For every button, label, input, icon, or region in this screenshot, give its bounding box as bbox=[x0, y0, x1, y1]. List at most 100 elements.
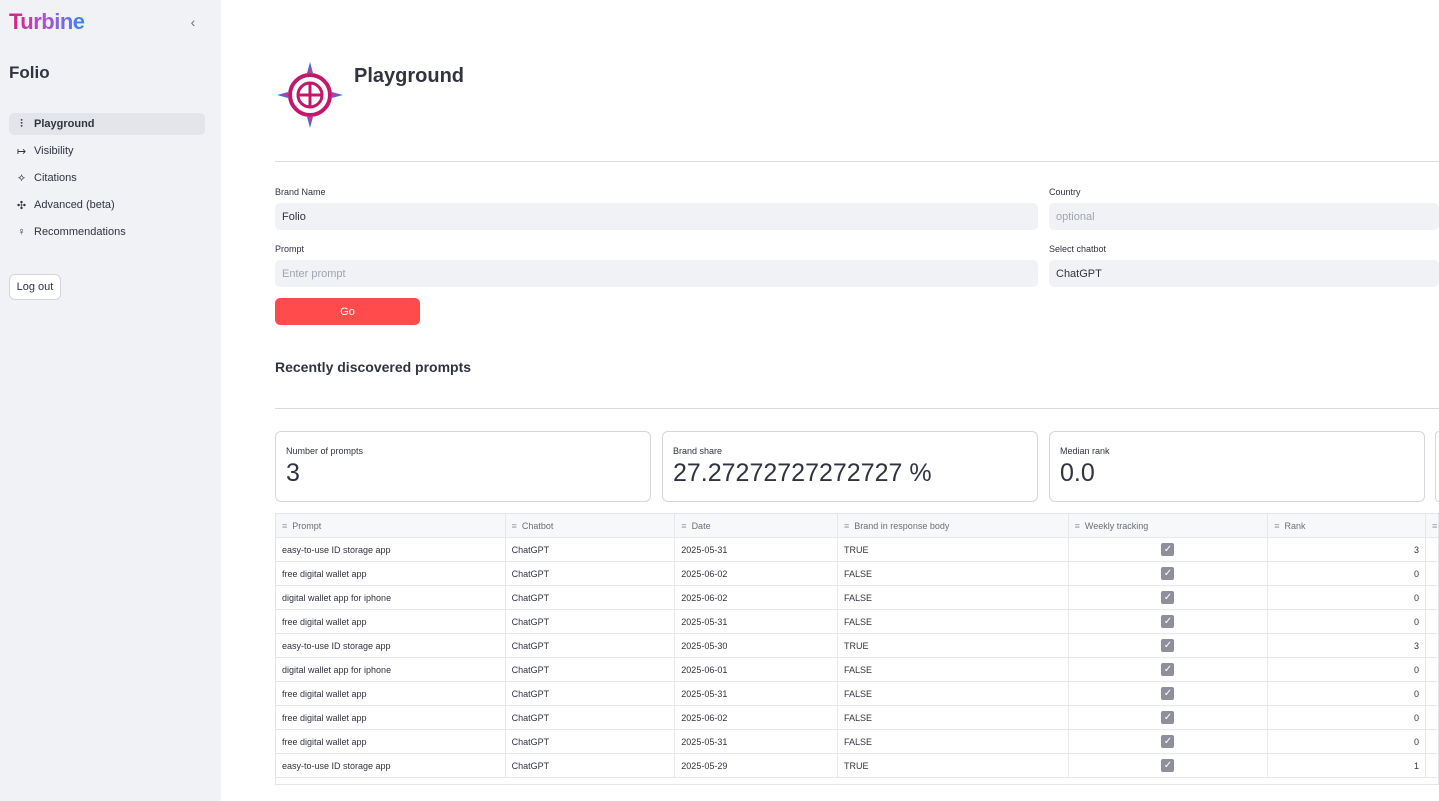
sidebar-item-playground[interactable]: ⫶ Playground bbox=[9, 113, 205, 135]
cell-weekly-tracking[interactable]: ✓ bbox=[1069, 610, 1269, 633]
cell-date[interactable]: 2025-05-30 bbox=[675, 634, 839, 657]
cell-date[interactable]: 2025-06-02 bbox=[675, 586, 839, 609]
cell-date[interactable]: 2025-06-02 bbox=[675, 706, 839, 729]
cell-prompt[interactable]: easy-to-use ID storage app bbox=[276, 538, 506, 561]
cell-date[interactable]: 2025-06-02 bbox=[675, 562, 839, 585]
sidebar-item-advanced[interactable]: ✣ Advanced (beta) bbox=[9, 194, 205, 216]
collapse-sidebar-icon[interactable]: ‹ bbox=[185, 14, 201, 30]
cell-weekly-tracking[interactable]: ✓ bbox=[1069, 706, 1269, 729]
cell-chatbot[interactable]: ChatGPT bbox=[506, 538, 676, 561]
cell-date[interactable]: 2025-05-31 bbox=[675, 538, 839, 561]
cell-weekly-tracking[interactable]: ✓ bbox=[1069, 754, 1269, 777]
cell-date[interactable]: 2025-05-29 bbox=[675, 754, 839, 777]
cell-rank[interactable]: 0 bbox=[1268, 586, 1426, 609]
cell-weekly-tracking[interactable]: ✓ bbox=[1069, 730, 1269, 753]
cell-brand-in-response[interactable]: FALSE bbox=[838, 586, 1069, 609]
sidebar-item-recommendations[interactable]: ♀ Recommendations bbox=[9, 221, 205, 243]
cell-rank[interactable]: 3 bbox=[1268, 538, 1426, 561]
prompt-input[interactable]: Enter prompt bbox=[275, 260, 1038, 287]
cell-brand-in-response[interactable]: FALSE bbox=[838, 682, 1069, 705]
weekly-tracking-checkbox[interactable]: ✓ bbox=[1161, 639, 1175, 652]
cell-chatbot[interactable]: ChatGPT bbox=[506, 610, 676, 633]
cell-prompt[interactable]: digital wallet app for iphone bbox=[276, 586, 506, 609]
cell-prompt[interactable]: easy-to-use ID storage app bbox=[276, 634, 506, 657]
table-row[interactable]: digital wallet app for iphone ChatGPT 2025… bbox=[276, 586, 1438, 610]
column-header-rank[interactable]: ≡ Rank bbox=[1268, 514, 1426, 537]
weekly-tracking-checkbox[interactable]: ✓ bbox=[1161, 591, 1175, 604]
cell-weekly-tracking[interactable]: ✓ bbox=[1069, 538, 1269, 561]
cell-weekly-tracking[interactable]: ✓ bbox=[1069, 562, 1269, 585]
weekly-tracking-checkbox[interactable]: ✓ bbox=[1161, 615, 1175, 628]
column-header-brand[interactable]: ≡ Brand in response body bbox=[838, 514, 1069, 537]
cell-weekly-tracking[interactable]: ✓ bbox=[1069, 586, 1269, 609]
cell-chatbot[interactable]: ChatGPT bbox=[506, 730, 676, 753]
weekly-tracking-checkbox[interactable]: ✓ bbox=[1161, 687, 1175, 700]
cell-chatbot[interactable]: ChatGPT bbox=[506, 658, 676, 681]
app-logo[interactable]: Turbine bbox=[9, 9, 85, 35]
cell-brand-in-response[interactable]: FALSE bbox=[838, 730, 1069, 753]
cell-brand-in-response[interactable]: TRUE bbox=[838, 754, 1069, 777]
cell-brand-in-response[interactable]: FALSE bbox=[838, 706, 1069, 729]
cell-weekly-tracking[interactable]: ✓ bbox=[1069, 682, 1269, 705]
cell-date[interactable]: 2025-06-01 bbox=[675, 658, 839, 681]
column-header-chatbot[interactable]: ≡ Chatbot bbox=[506, 514, 676, 537]
cell-date[interactable]: 2025-05-31 bbox=[675, 682, 839, 705]
cell-chatbot[interactable]: ChatGPT bbox=[506, 586, 676, 609]
weekly-tracking-checkbox[interactable]: ✓ bbox=[1161, 735, 1175, 748]
cell-prompt[interactable]: free digital wallet app bbox=[276, 610, 506, 633]
cell-prompt[interactable]: free digital wallet app bbox=[276, 730, 506, 753]
cell-rank[interactable]: 0 bbox=[1268, 562, 1426, 585]
weekly-tracking-checkbox[interactable]: ✓ bbox=[1161, 663, 1175, 676]
column-header-weekly-tracking[interactable]: ≡ Weekly tracking bbox=[1069, 514, 1269, 537]
cell-prompt[interactable]: easy-to-use ID storage app bbox=[276, 754, 506, 777]
cell-date[interactable]: 2025-05-31 bbox=[675, 610, 839, 633]
brand-name-input[interactable]: Folio bbox=[275, 203, 1038, 230]
cell-brand-in-response[interactable]: FALSE bbox=[838, 658, 1069, 681]
cell-prompt[interactable]: digital wallet app for iphone bbox=[276, 658, 506, 681]
cell-overflow bbox=[1426, 706, 1438, 729]
cell-brand-in-response[interactable]: TRUE bbox=[838, 634, 1069, 657]
cell-weekly-tracking[interactable]: ✓ bbox=[1069, 634, 1269, 657]
cell-chatbot[interactable]: ChatGPT bbox=[506, 754, 676, 777]
cell-chatbot[interactable]: ChatGPT bbox=[506, 562, 676, 585]
table-row[interactable]: easy-to-use ID storage app ChatGPT 2025-05… bbox=[276, 634, 1438, 658]
table-row[interactable]: free digital wallet app ChatGPT 2025-05-31… bbox=[276, 682, 1438, 706]
cell-chatbot[interactable]: ChatGPT bbox=[506, 634, 676, 657]
cell-brand-in-response[interactable]: FALSE bbox=[838, 562, 1069, 585]
cell-rank[interactable]: 0 bbox=[1268, 610, 1426, 633]
go-button[interactable]: Go bbox=[275, 298, 420, 325]
table-row[interactable]: easy-to-use ID storage app ChatGPT 2025-05… bbox=[276, 754, 1438, 778]
cell-prompt[interactable]: free digital wallet app bbox=[276, 682, 506, 705]
table-row[interactable]: free digital wallet app ChatGPT 2025-05-31… bbox=[276, 730, 1438, 754]
weekly-tracking-checkbox[interactable]: ✓ bbox=[1161, 567, 1175, 580]
table-row[interactable]: free digital wallet app ChatGPT 2025-06-02… bbox=[276, 706, 1438, 730]
logout-button[interactable]: Log out bbox=[9, 274, 61, 300]
column-header-date[interactable]: ≡ Date bbox=[675, 514, 839, 537]
weekly-tracking-checkbox[interactable]: ✓ bbox=[1161, 543, 1175, 556]
cell-rank[interactable]: 0 bbox=[1268, 658, 1426, 681]
weekly-tracking-checkbox[interactable]: ✓ bbox=[1161, 711, 1175, 724]
cell-rank[interactable]: 0 bbox=[1268, 706, 1426, 729]
cell-brand-in-response[interactable]: TRUE bbox=[838, 538, 1069, 561]
cell-rank[interactable]: 3 bbox=[1268, 634, 1426, 657]
table-row[interactable]: free digital wallet app ChatGPT 2025-05-31… bbox=[276, 610, 1438, 634]
sidebar-item-citations[interactable]: ⟡ Citations bbox=[9, 167, 205, 189]
table-row[interactable]: digital wallet app for iphone ChatGPT 2025… bbox=[276, 658, 1438, 682]
cell-rank[interactable]: 1 bbox=[1268, 754, 1426, 777]
country-input[interactable]: optional bbox=[1049, 203, 1439, 230]
cell-brand-in-response[interactable]: FALSE bbox=[838, 610, 1069, 633]
table-row[interactable]: easy-to-use ID storage app ChatGPT 2025-05… bbox=[276, 538, 1438, 562]
column-header-prompt[interactable]: ≡ Prompt bbox=[276, 514, 506, 537]
cell-date[interactable]: 2025-05-31 bbox=[675, 730, 839, 753]
cell-rank[interactable]: 0 bbox=[1268, 682, 1426, 705]
table-row[interactable]: free digital wallet app ChatGPT 2025-06-02… bbox=[276, 562, 1438, 586]
cell-prompt[interactable]: free digital wallet app bbox=[276, 562, 506, 585]
cell-rank[interactable]: 0 bbox=[1268, 730, 1426, 753]
cell-prompt[interactable]: free digital wallet app bbox=[276, 706, 506, 729]
sidebar-item-visibility[interactable]: ↦ Visibility bbox=[9, 140, 205, 162]
cell-chatbot[interactable]: ChatGPT bbox=[506, 706, 676, 729]
chatbot-select[interactable]: ChatGPT bbox=[1049, 260, 1439, 287]
cell-chatbot[interactable]: ChatGPT bbox=[506, 682, 676, 705]
weekly-tracking-checkbox[interactable]: ✓ bbox=[1161, 759, 1175, 772]
cell-weekly-tracking[interactable]: ✓ bbox=[1069, 658, 1269, 681]
